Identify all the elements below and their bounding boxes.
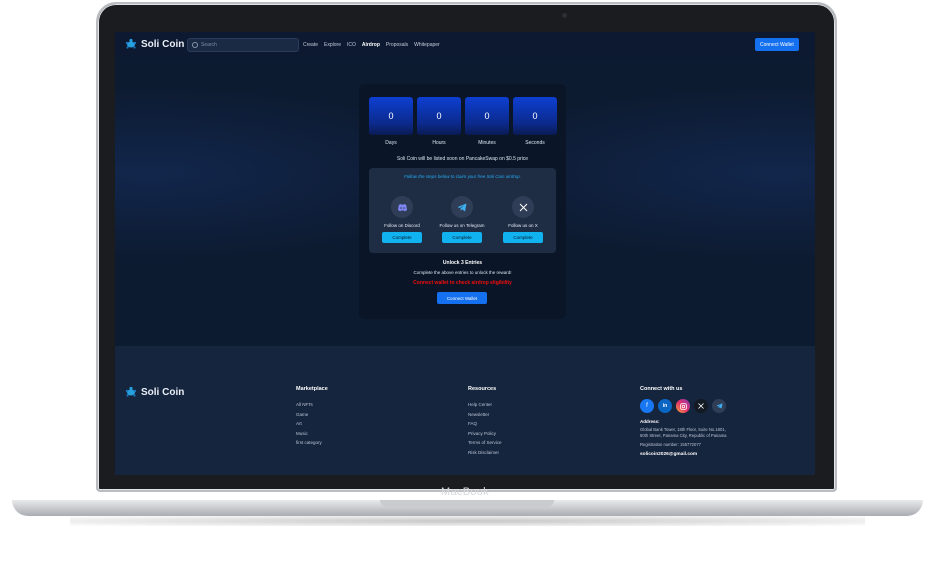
- camera-icon: [562, 13, 567, 18]
- x-icon: [512, 196, 534, 218]
- footer-link[interactable]: Privacy Policy: [468, 431, 502, 436]
- task-x: Follow us on X Complete: [498, 196, 548, 243]
- search-input[interactable]: [201, 42, 297, 48]
- connect-wallet-button[interactable]: Connect Wallet: [755, 38, 799, 51]
- linkedin-icon[interactable]: in: [658, 399, 672, 413]
- brand[interactable]: Soli Coin: [125, 38, 184, 50]
- nav-link-airdrop[interactable]: Airdrop: [362, 42, 380, 48]
- search-box[interactable]: [187, 38, 299, 52]
- task-discord: Follow on Discord Complete: [377, 196, 427, 243]
- nav-links: Create Explore ICO Airdrop Proposals Whi…: [303, 42, 440, 48]
- steps-title: Follow the steps below to claim your fre…: [403, 174, 522, 179]
- nav-link-explore[interactable]: Explore: [324, 42, 341, 48]
- task-label: Follow on Discord: [384, 223, 420, 228]
- task-label: Follow us on X: [508, 223, 538, 228]
- countdown-seconds: 0: [513, 97, 557, 135]
- countdown-minutes: 0: [465, 97, 509, 135]
- connect-heading: Connect with us: [640, 386, 683, 392]
- turtle-logo-icon: [125, 38, 137, 49]
- nav-link-create[interactable]: Create: [303, 42, 318, 48]
- laptop-shadow: [70, 516, 865, 526]
- address-text: Global Bank Tower, 18th Floor, Suite No.…: [640, 427, 727, 439]
- unlock-title: Unlock 3 Entries: [442, 260, 483, 266]
- marketplace-heading: Marketplace: [296, 386, 328, 392]
- footer-link[interactable]: Music: [296, 431, 328, 436]
- hero-section: 0 0 0 0 Days Hours Minutes Seconds Soli …: [115, 58, 815, 346]
- footer: Soli Coin Marketplace All NFTs Game Art …: [115, 346, 815, 475]
- label-hours: Hours: [432, 140, 446, 146]
- search-icon: [192, 42, 198, 48]
- footer-link[interactable]: first category: [296, 440, 328, 445]
- turtle-logo-icon: [125, 386, 137, 397]
- eligibility-warning: Connect wallet to check airdrop eligibil…: [413, 280, 512, 286]
- footer-link[interactable]: Game: [296, 412, 328, 417]
- label-days: Days: [385, 140, 397, 146]
- task-label: Follow us on Telegram: [439, 223, 485, 228]
- footer-resources: Resources Help Center Newsletter FAQ Pri…: [468, 386, 502, 459]
- nav-link-proposals[interactable]: Proposals: [386, 42, 408, 48]
- footer-link[interactable]: FAQ: [468, 421, 502, 426]
- airdrop-card: 0 0 0 0 Days Hours Minutes Seconds Soli …: [359, 84, 566, 319]
- complete-discord-button[interactable]: Complete: [382, 232, 422, 243]
- registration-number: Registration number: 155772077: [640, 442, 701, 448]
- countdown-labels: Days Hours Minutes Seconds: [369, 140, 557, 146]
- label-seconds: Seconds: [525, 140, 545, 146]
- screen: Soli Coin Create Explore ICO Airdrop Pro…: [115, 32, 815, 475]
- footer-link[interactable]: Newsletter: [468, 412, 502, 417]
- x-icon[interactable]: [694, 399, 708, 413]
- footer-link[interactable]: Art: [296, 421, 328, 426]
- complete-x-button[interactable]: Complete: [503, 232, 543, 243]
- countdown-hours: 0: [417, 97, 461, 135]
- facebook-icon[interactable]: f: [640, 399, 654, 413]
- navbar: Soli Coin Create Explore ICO Airdrop Pro…: [115, 32, 815, 58]
- card-connect-wallet-button[interactable]: Connect Wallet: [437, 292, 487, 304]
- footer-marketplace: Marketplace All NFTs Game Art Music firs…: [296, 386, 328, 450]
- countdown: 0 0 0 0: [369, 97, 557, 135]
- countdown-days: 0: [369, 97, 413, 135]
- footer-connect: Connect with us f in Address: Global Ban…: [640, 386, 730, 457]
- social-links: f in: [640, 399, 730, 413]
- telegram-icon: [451, 196, 473, 218]
- telegram-icon[interactable]: [712, 399, 726, 413]
- complete-telegram-button[interactable]: Complete: [442, 232, 482, 243]
- label-minutes: Minutes: [478, 140, 496, 146]
- address-title: Address:: [640, 419, 660, 424]
- discord-icon: [391, 196, 413, 218]
- task-telegram: Follow us on Telegram Complete: [437, 196, 487, 243]
- nav-link-whitepaper[interactable]: Whitepaper: [414, 42, 440, 48]
- resources-heading: Resources: [468, 386, 497, 392]
- device-label: MacBook: [441, 486, 489, 498]
- footer-link[interactable]: Terms of Service: [468, 440, 502, 445]
- footer-link[interactable]: All NFTs: [296, 402, 328, 407]
- instagram-icon[interactable]: [676, 399, 690, 413]
- footer-link[interactable]: Risk Disclaimer: [468, 450, 502, 455]
- footer-brand-name: Soli Coin: [141, 386, 185, 398]
- contact-email[interactable]: solicoin2026@gmail.com: [640, 452, 730, 457]
- unlock-subtitle: Complete the above entries to unlock the…: [413, 270, 512, 275]
- brand-name: Soli Coin: [141, 38, 185, 50]
- footer-brand[interactable]: Soli Coin: [125, 386, 184, 398]
- listing-note: Soli Coin will be listed soon on Pancake…: [396, 156, 529, 162]
- footer-link[interactable]: Help Center: [468, 402, 502, 407]
- nav-link-ico[interactable]: ICO: [347, 42, 356, 48]
- steps-panel: Follow the steps below to claim your fre…: [369, 168, 556, 253]
- laptop-notch: [380, 500, 554, 507]
